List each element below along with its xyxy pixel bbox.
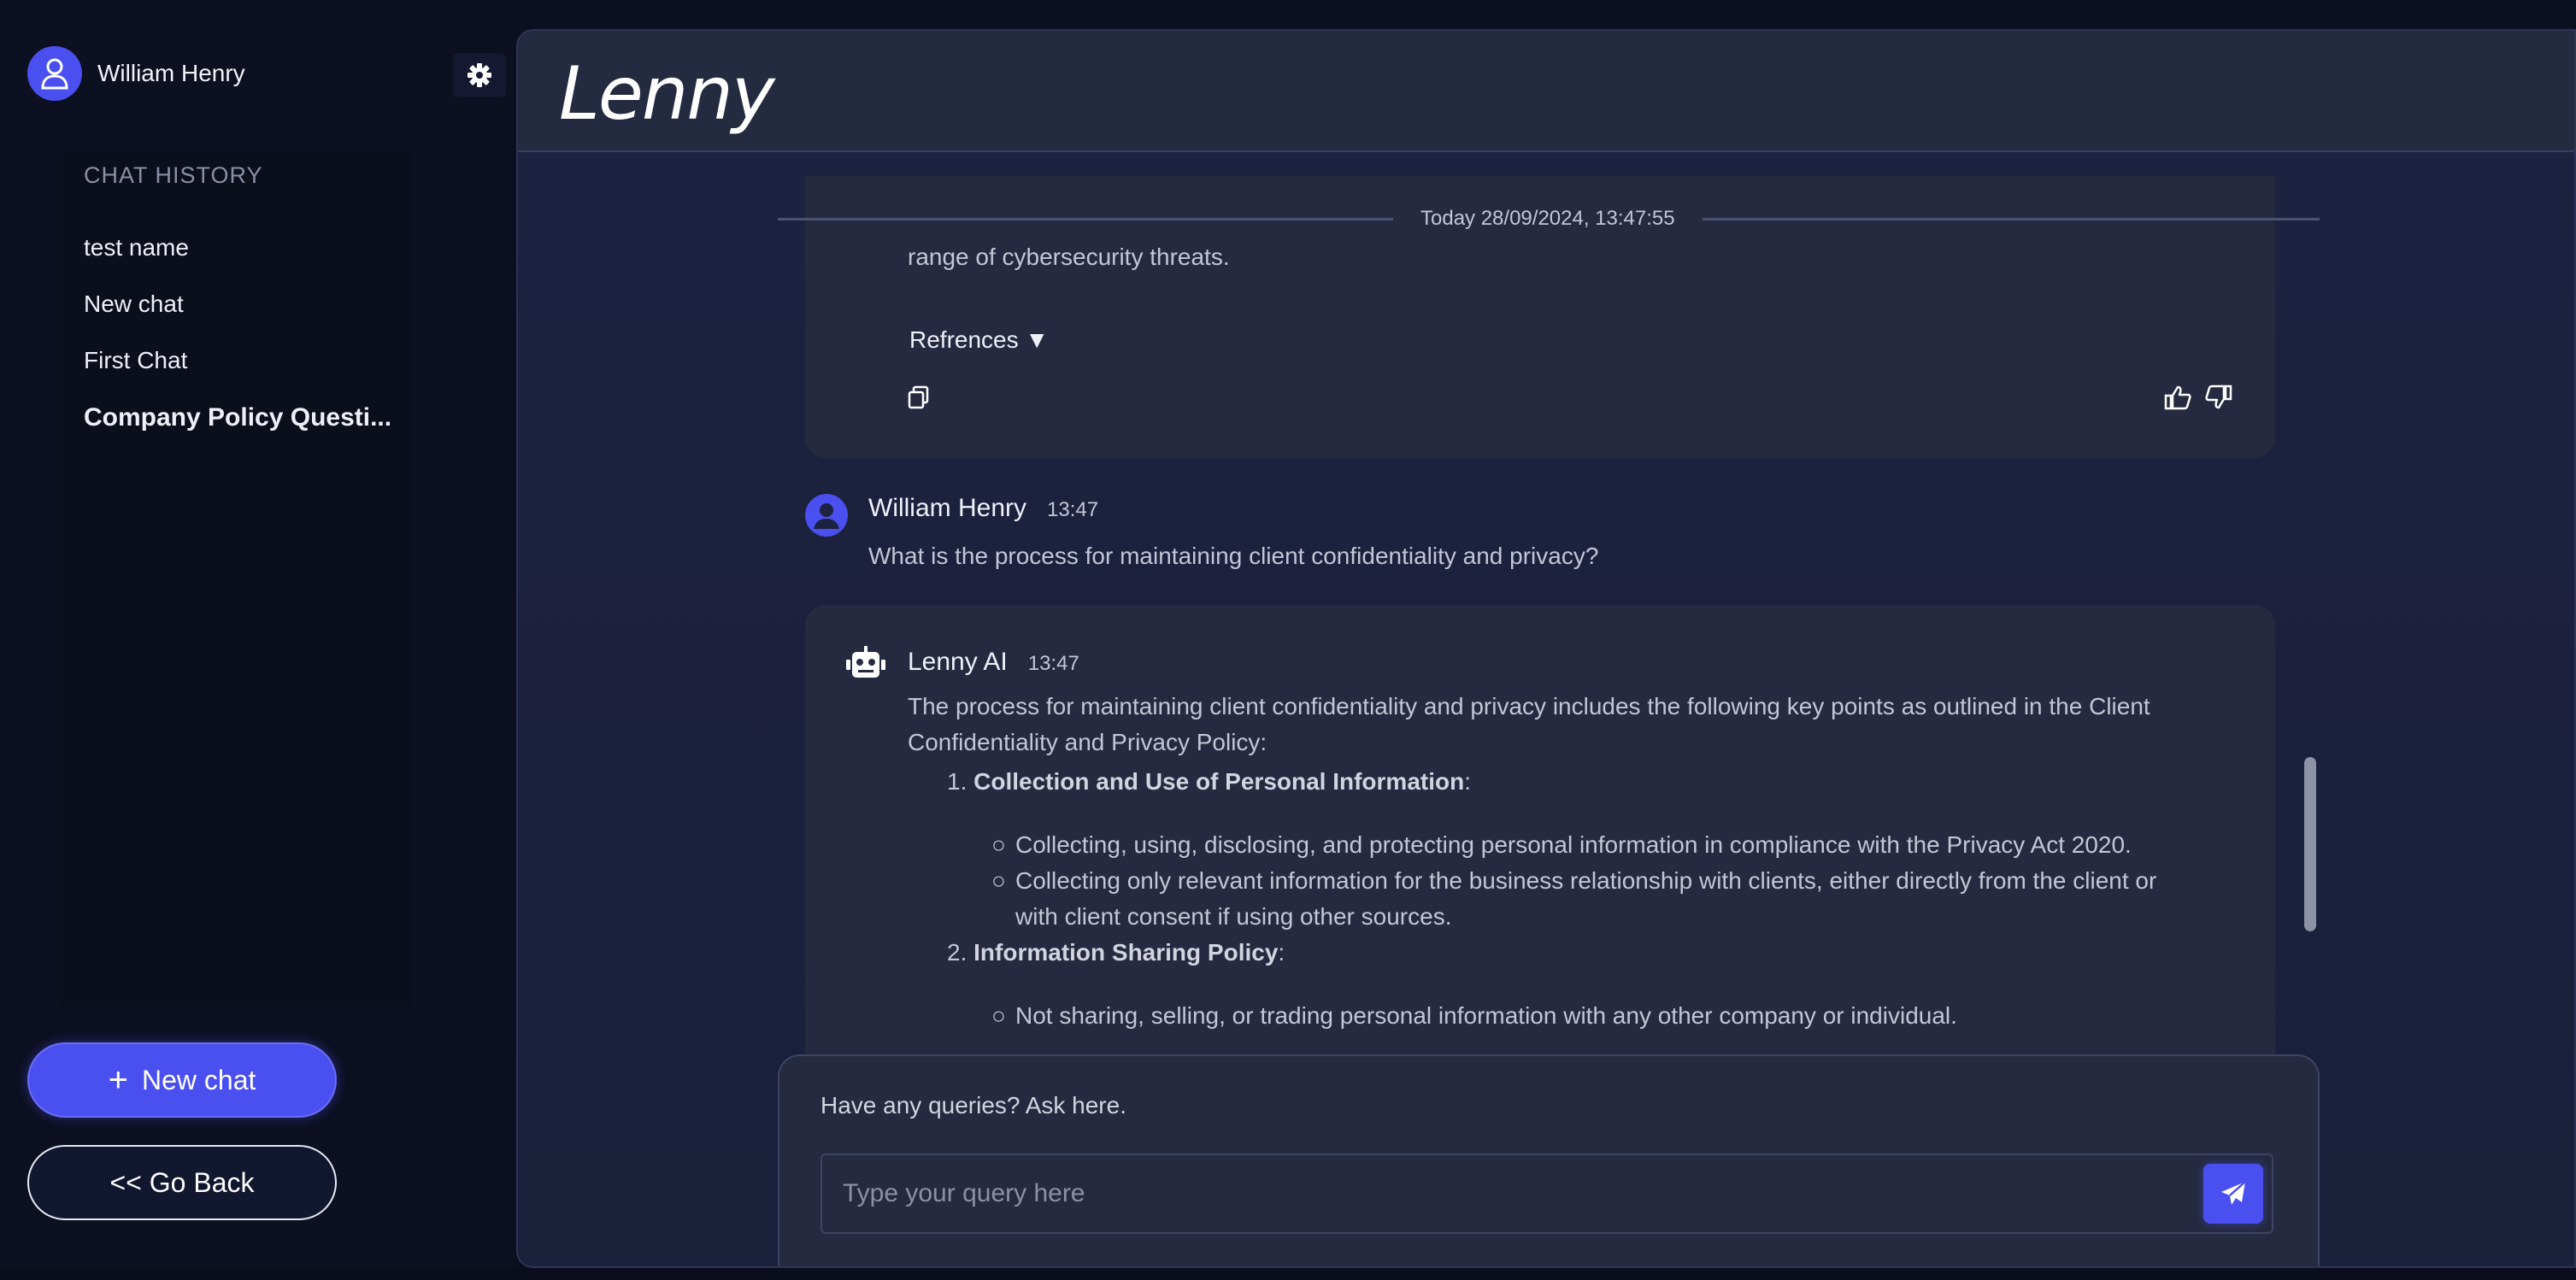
bullet-icon: ○ xyxy=(991,831,1006,858)
chat-history-title: CHAT HISTORY xyxy=(84,162,263,188)
history-item[interactable]: test name xyxy=(84,234,189,261)
settings-button[interactable] xyxy=(453,53,506,97)
section-title: Information Sharing Policy xyxy=(973,939,1279,966)
composer: Have any queries? Ask here. xyxy=(778,1054,2320,1266)
history-item-active[interactable]: Company Policy Questi... xyxy=(84,403,391,432)
date-divider-left xyxy=(778,218,1393,220)
logo: Lenny xyxy=(559,51,775,137)
list-item: 2. Information Sharing Policy: xyxy=(947,939,1285,966)
dislike-button[interactable] xyxy=(2205,385,2232,414)
gear-icon xyxy=(468,63,491,87)
go-back-button[interactable]: << Go Back xyxy=(27,1145,337,1220)
new-chat-label: New chat xyxy=(141,1064,256,1095)
user-message-header: William Henry 13:47 xyxy=(868,494,1098,523)
list-item: ○ Collecting, using, disclosing, and pro… xyxy=(991,827,2161,863)
chat-history-panel: CHAT HISTORY test name New chat First Ch… xyxy=(60,152,410,1007)
date-divider-right xyxy=(1703,218,2320,220)
user-name: William Henry xyxy=(97,60,245,86)
list-item: ○ Not sharing, selling, or trading perso… xyxy=(991,998,2161,1034)
scrollbar-thumb[interactable] xyxy=(2304,757,2316,931)
like-button[interactable] xyxy=(2164,385,2191,414)
copy-button[interactable] xyxy=(906,385,932,414)
ai-message-header: Lenny AI 13:47 xyxy=(908,648,1079,677)
list-number: 2. xyxy=(947,939,967,966)
list-item: 1. Collection and Use of Personal Inform… xyxy=(947,768,1471,795)
history-item[interactable]: First Chat xyxy=(84,347,187,374)
go-back-label: << Go Back xyxy=(109,1166,255,1198)
bullet-icon: ○ xyxy=(991,1002,1006,1029)
avatar xyxy=(27,46,82,101)
send-button[interactable] xyxy=(2203,1164,2263,1224)
bot-avatar xyxy=(846,646,885,684)
user-avatar xyxy=(805,494,848,541)
bullet-icon: ○ xyxy=(991,867,1006,894)
references-toggle[interactable]: Refrences ▼ xyxy=(909,326,1049,354)
user-profile[interactable]: William Henry xyxy=(27,46,245,101)
section-title: Collection and Use of Personal Informati… xyxy=(973,768,1465,795)
bullet-text: Collecting only relevant information for… xyxy=(1015,867,2157,930)
plus-icon: + xyxy=(108,1061,128,1099)
user-message-text: What is the process for maintaining clie… xyxy=(868,543,1599,569)
list-number: 1. xyxy=(947,768,967,795)
send-icon xyxy=(2221,1181,2246,1205)
robot-icon xyxy=(846,646,885,678)
message-time: 13:47 xyxy=(1027,652,1079,675)
message-time: 13:47 xyxy=(1047,498,1099,521)
sender-name: Lenny AI xyxy=(908,648,1008,676)
top-bar: Lenny xyxy=(518,31,2574,152)
sender-name: William Henry xyxy=(868,494,1027,522)
ai-intro-text: The process for maintaining client confi… xyxy=(908,693,2150,755)
ai-message-bubble: Lenny AI 13:47 The process for maintainin… xyxy=(805,605,2275,1083)
user-icon xyxy=(41,58,68,90)
sidebar: William Henry CHAT HISTORY test name New… xyxy=(0,0,513,1280)
list-item: ○ Collecting only relevant information f… xyxy=(991,863,2195,935)
bullet-text: Not sharing, selling, or trading persona… xyxy=(1015,1002,1957,1029)
query-field xyxy=(820,1154,2273,1234)
thumbs-down-icon xyxy=(2205,385,2232,409)
composer-label: Have any queries? Ask here. xyxy=(820,1092,1126,1119)
message-text: range of cybersecurity threats. xyxy=(908,244,1230,270)
query-input[interactable] xyxy=(841,1155,2191,1232)
copy-icon xyxy=(908,385,929,409)
bottom-edge xyxy=(0,1268,2576,1280)
bullet-text: Collecting, using, disclosing, and prote… xyxy=(1015,831,2132,858)
date-separator: Today 28/09/2024, 13:47:55 xyxy=(1420,207,1675,230)
user-icon xyxy=(805,494,848,537)
thumbs-up-icon xyxy=(2164,385,2191,410)
main-panel: Lenny range of cybersecurity threats. Re… xyxy=(516,29,2576,1268)
history-item[interactable]: New chat xyxy=(84,291,184,318)
new-chat-button[interactable]: + New chat xyxy=(27,1042,337,1118)
